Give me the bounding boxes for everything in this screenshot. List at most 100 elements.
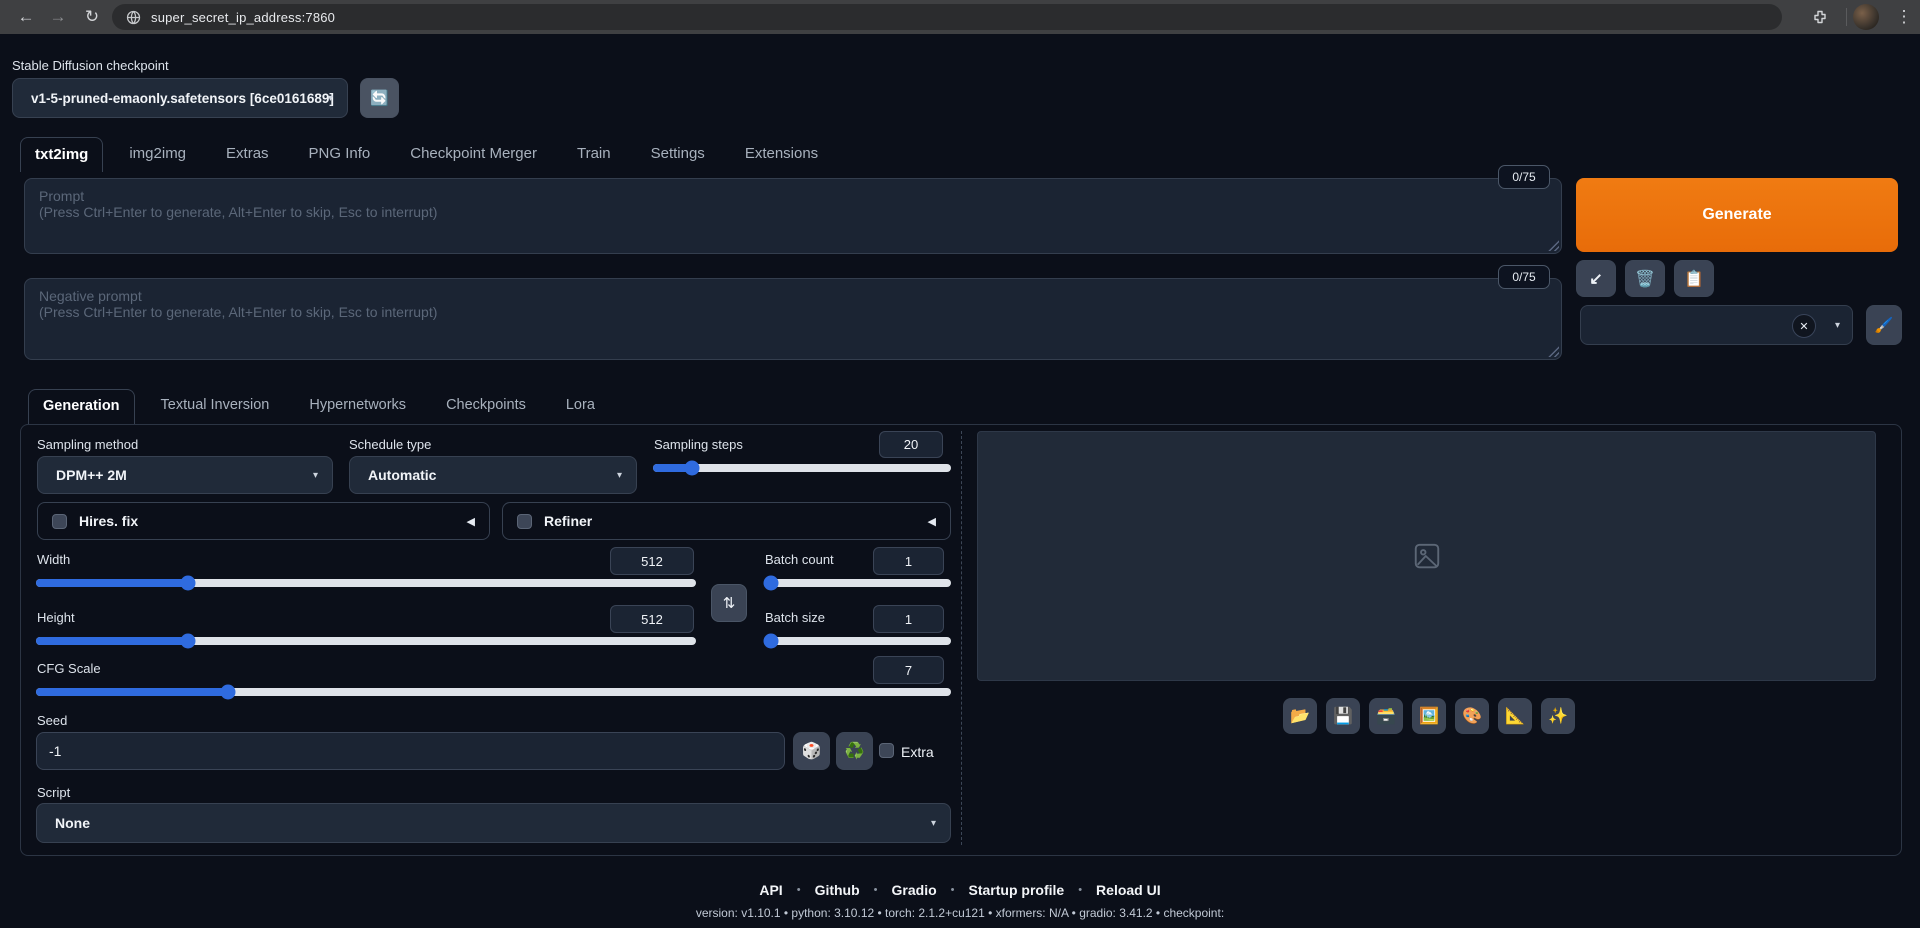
extensions-puzzle-icon[interactable] (1806, 4, 1834, 30)
refresh-icon: 🔄 (370, 89, 389, 107)
generate-button[interactable]: Generate (1576, 178, 1898, 252)
batch-count-label: Batch count (765, 552, 834, 567)
negative-prompt-box (24, 278, 1562, 360)
clear-prompt-button[interactable]: 🗑️ (1625, 260, 1665, 297)
chevron-down-icon: ▾ (328, 93, 333, 104)
send-to-inpaint-button[interactable]: 🎨 (1455, 698, 1489, 734)
trash-icon: 🗑️ (1635, 269, 1655, 289)
width-slider[interactable] (36, 579, 696, 587)
cfg-scale-input[interactable] (873, 656, 944, 684)
profile-avatar[interactable] (1853, 4, 1879, 30)
open-folder-button[interactable]: 📂 (1283, 698, 1317, 734)
hires-fix-checkbox[interactable] (52, 514, 67, 529)
seed-input[interactable] (36, 732, 785, 770)
script-value: None (55, 815, 90, 831)
batch-size-slider[interactable] (765, 637, 951, 645)
seed-field (36, 732, 785, 770)
tab-generation[interactable]: Generation (28, 389, 135, 424)
browser-reload-button[interactable]: ↻ (78, 4, 106, 30)
collapse-left-icon[interactable]: ◀ (928, 515, 936, 528)
random-seed-button[interactable]: 🎲 (793, 732, 830, 770)
tab-train[interactable]: Train (563, 137, 625, 172)
schedule-type-label: Schedule type (349, 437, 431, 452)
send-to-extras-button[interactable]: 📐 (1498, 698, 1532, 734)
tab-png-info[interactable]: PNG Info (295, 137, 385, 172)
apply-styles-button[interactable]: 📋 (1674, 260, 1714, 297)
footer-bullet: • (1078, 884, 1082, 896)
sampling-steps-slider[interactable] (653, 464, 951, 472)
tab-img2img[interactable]: img2img (115, 137, 200, 172)
send-to-img2img-button[interactable]: 🖼️ (1412, 698, 1446, 734)
footer-link-startup-profile[interactable]: Startup profile (969, 882, 1065, 898)
tab-hypernetworks[interactable]: Hypernetworks (295, 389, 420, 424)
tab-textual-inversion[interactable]: Textual Inversion (147, 389, 284, 424)
refresh-checkpoint-button[interactable]: 🔄 (360, 78, 399, 118)
prompt-input[interactable] (24, 178, 1562, 254)
browser-back-button[interactable]: ← (12, 4, 40, 30)
footer-link-gradio[interactable]: Gradio (892, 882, 937, 898)
sampling-method-dropdown[interactable]: DPM++ 2M ▾ (37, 456, 333, 494)
footer-links: API • Github • Gradio • Startup profile … (0, 882, 1920, 898)
footer-link-api[interactable]: API (759, 882, 782, 898)
tab-checkpoint-merger[interactable]: Checkpoint Merger (396, 137, 551, 172)
triangle-ruler-icon: 📐 (1505, 706, 1525, 726)
browser-forward-button[interactable]: → (44, 4, 72, 30)
height-input[interactable] (610, 605, 694, 633)
slider-knob[interactable] (180, 576, 195, 591)
chevron-down-icon: ▾ (617, 470, 622, 481)
tab-checkpoints[interactable]: Checkpoints (432, 389, 540, 424)
sampling-steps-input[interactable] (879, 431, 943, 458)
refiner-section[interactable]: Refiner ◀ (502, 502, 951, 540)
chevron-down-icon[interactable]: ▾ (1835, 320, 1840, 331)
height-slider[interactable] (36, 637, 696, 645)
slider-knob[interactable] (684, 461, 699, 476)
checkpoint-dropdown[interactable]: v1-5-pruned-emaonly.safetensors [6ce0161… (12, 78, 348, 118)
slider-knob[interactable] (180, 634, 195, 649)
hires-fix-section[interactable]: Hires. fix ◀ (37, 502, 490, 540)
palette-icon: 🎨 (1462, 706, 1482, 726)
address-bar[interactable]: super_secret_ip_address:7860 (112, 4, 1782, 30)
width-field (610, 547, 694, 575)
save-image-button[interactable]: 💾 (1326, 698, 1360, 734)
batch-size-input[interactable] (873, 605, 944, 633)
slider-knob[interactable] (763, 576, 778, 591)
styles-dropdown[interactable]: ✕ ▾ (1580, 305, 1853, 345)
batch-size-label: Batch size (765, 610, 825, 625)
seed-extra-checkbox[interactable] (879, 743, 894, 758)
footer-link-github[interactable]: Github (815, 882, 860, 898)
width-input[interactable] (610, 547, 694, 575)
slider-knob[interactable] (221, 685, 236, 700)
batch-size-field (873, 605, 944, 633)
refiner-checkbox[interactable] (517, 514, 532, 529)
edit-styles-button[interactable]: 🖌️ (1866, 305, 1902, 345)
column-divider[interactable] (961, 431, 962, 845)
txt2img-sub-tab-bar: Generation Textual Inversion Hypernetwor… (28, 389, 609, 424)
collapse-left-icon[interactable]: ◀ (467, 515, 475, 528)
slider-fill (36, 688, 228, 696)
tab-extras[interactable]: Extras (212, 137, 283, 172)
batch-count-input[interactable] (873, 547, 944, 575)
batch-count-slider[interactable] (765, 579, 951, 587)
tab-extensions[interactable]: Extensions (731, 137, 832, 172)
slider-knob[interactable] (763, 634, 778, 649)
tab-settings[interactable]: Settings (637, 137, 719, 172)
browser-menu-icon[interactable]: ⋮ (1890, 4, 1918, 30)
height-label: Height (37, 610, 75, 625)
tab-txt2img[interactable]: txt2img (20, 137, 103, 172)
script-dropdown[interactable]: None ▾ (36, 803, 951, 843)
save-zip-button[interactable]: 🗃️ (1369, 698, 1403, 734)
footer-link-reload-ui[interactable]: Reload UI (1096, 882, 1161, 898)
resize-handle-icon[interactable] (1547, 345, 1559, 357)
clear-styles-icon[interactable]: ✕ (1792, 314, 1816, 338)
swap-dimensions-button[interactable]: ⇅ (711, 584, 747, 622)
tab-lora[interactable]: Lora (552, 389, 609, 424)
script-label: Script (37, 785, 70, 800)
schedule-type-dropdown[interactable]: Automatic ▾ (349, 456, 637, 494)
reuse-seed-button[interactable]: ♻️ (836, 732, 873, 770)
cfg-scale-slider[interactable] (36, 688, 951, 696)
upscale-button[interactable]: ✨ (1541, 698, 1575, 734)
paste-generation-params-button[interactable]: ↙ (1576, 260, 1616, 297)
resize-handle-icon[interactable] (1547, 239, 1559, 251)
prompt-token-counter: 0/75 (1498, 165, 1550, 189)
negative-prompt-input[interactable] (24, 278, 1562, 360)
